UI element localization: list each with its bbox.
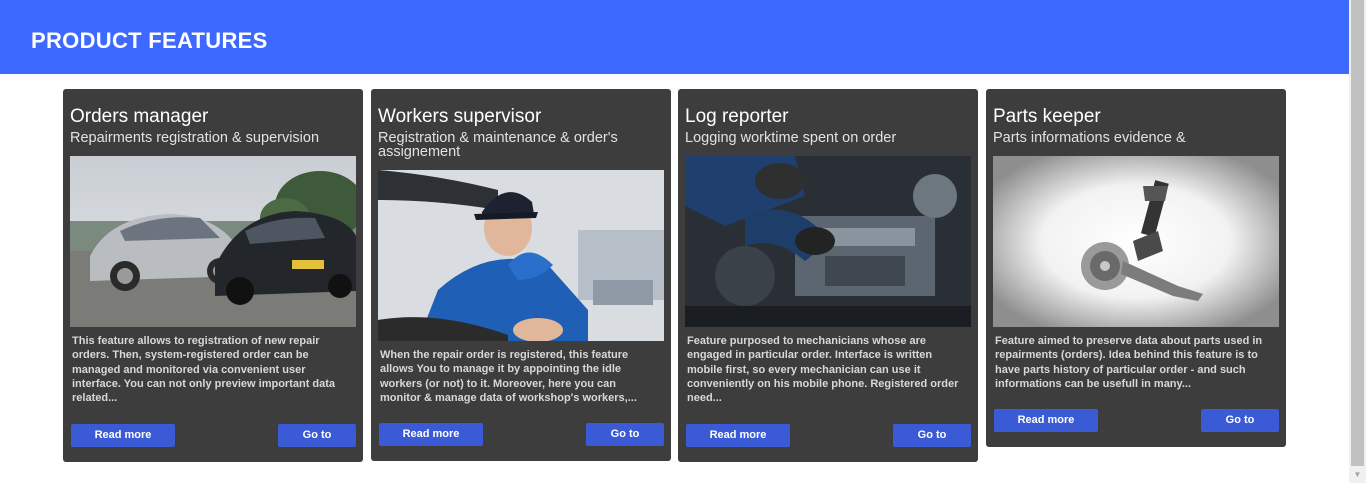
read-more-button[interactable]: Read more xyxy=(686,424,790,447)
mechanic-photo xyxy=(378,170,664,341)
feature-card-parts-keeper: Parts keeper Parts informations evidence… xyxy=(986,89,1286,447)
card-title: Workers supervisor xyxy=(378,106,542,127)
scrollbar-thumb[interactable] xyxy=(1351,0,1364,466)
go-to-button[interactable]: Go to xyxy=(278,424,356,447)
read-more-button[interactable]: Read more xyxy=(379,423,483,446)
feature-card-log-reporter: Log reporter Logging worktime spent on o… xyxy=(678,89,978,462)
card-title: Orders manager xyxy=(70,106,209,127)
feature-card-workers-supervisor: Workers supervisor Registration & mainte… xyxy=(371,89,671,461)
card-title: Log reporter xyxy=(685,106,789,127)
card-subtitle: Repairments registration & supervision xyxy=(70,130,320,146)
feature-card-orders-manager: Orders manager Repairments registration … xyxy=(63,89,363,462)
card-description: This feature allows to registration of n… xyxy=(72,335,336,405)
page-header: PRODUCT FEATURES xyxy=(0,0,1349,74)
engine-photo xyxy=(685,156,971,327)
card-title: Parts keeper xyxy=(993,106,1101,127)
card-description: Feature purposed to mechanicians whose a… xyxy=(687,335,959,405)
suspension-part-photo xyxy=(993,156,1279,327)
card-description: Feature aimed to preserve data about par… xyxy=(995,335,1263,390)
go-to-button[interactable]: Go to xyxy=(1201,409,1279,432)
scroll-down-arrow-icon[interactable]: ▼ xyxy=(1349,466,1366,483)
card-description: When the repair order is registered, thi… xyxy=(380,349,637,404)
cars-photo xyxy=(70,156,356,327)
vertical-scrollbar[interactable]: ▼ xyxy=(1349,0,1366,483)
go-to-button[interactable]: Go to xyxy=(893,424,971,447)
go-to-button[interactable]: Go to xyxy=(586,423,664,446)
read-more-button[interactable]: Read more xyxy=(994,409,1098,432)
card-subtitle: Parts informations evidence & xyxy=(993,130,1186,146)
page-title: PRODUCT FEATURES xyxy=(31,28,268,53)
card-subtitle: Registration & maintenance & order's ass… xyxy=(378,130,618,160)
read-more-button[interactable]: Read more xyxy=(71,424,175,447)
card-subtitle: Logging worktime spent on order xyxy=(685,130,897,146)
